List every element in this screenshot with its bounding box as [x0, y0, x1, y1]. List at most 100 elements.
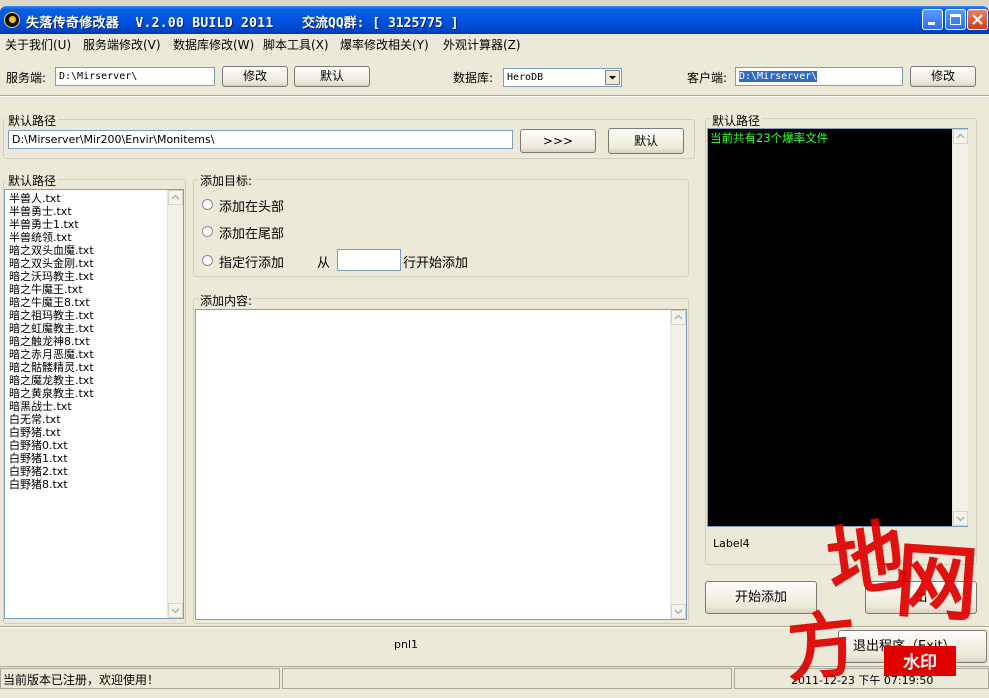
scroll-down-icon [956, 516, 965, 522]
content-group-label: 添加内容: [198, 292, 255, 309]
status-datetime: 2011-12-23 下午 07:19:50 [791, 674, 934, 687]
file-list-item[interactable]: 暗之牛魔王.txt [9, 283, 94, 296]
files-group-label: 默认路径 [6, 172, 59, 189]
file-list-item[interactable]: 暗之祖玛教主.txt [9, 309, 94, 322]
server-path-input[interactable]: D:\Mirserver\ [55, 67, 215, 86]
file-list[interactable]: 半兽人.txt 半兽勇士.txt 半兽勇士1.txt 半兽统领.txt 暗之双头血魔.t… [4, 189, 184, 619]
line-number-input[interactable] [337, 249, 401, 271]
menu-script-tools[interactable]: 脚本工具(X) [263, 36, 329, 53]
from-label: 从 [317, 256, 331, 271]
scroll-down-button[interactable] [953, 511, 968, 526]
path-default-button[interactable]: 默认 [608, 128, 684, 154]
browse-button[interactable]: >>> [520, 129, 596, 153]
secondary-button[interactable]: 出 [865, 581, 977, 614]
chevron-down-icon [609, 76, 616, 80]
radio-line[interactable] [202, 255, 213, 266]
database-label: 数据库: [453, 71, 494, 85]
window-title: 失落传奇修改器 V.2.00 BUILD 2011 [26, 16, 274, 31]
start-add-button[interactable]: 开始添加 [705, 581, 817, 614]
scroll-up-button[interactable] [168, 190, 183, 205]
client-path-selected: D:\Mirserver\ [739, 71, 818, 82]
menu-appearance-calc[interactable]: 外观计算器(Z) [443, 36, 521, 53]
menu-bar: 关于我们(U) 服务端修改(V) 数据库修改(W) 脚本工具(X) 爆率修改相关… [0, 34, 989, 54]
maximize-icon [950, 14, 961, 25]
console-scrollbar[interactable] [952, 129, 968, 526]
file-list-item[interactable]: 暗之触龙神8.txt [9, 335, 94, 348]
file-list-item[interactable]: 半兽人.txt [9, 192, 94, 205]
monitems-path-input[interactable]: D:\Mirserver\Mir200\Envir\Monitems\ [8, 130, 513, 149]
file-list-item[interactable]: 暗之赤月恶魔.txt [9, 348, 94, 361]
server-default-button[interactable]: 默认 [294, 66, 370, 87]
window-title-qq: 交流QQ群: [ 3125775 ] [302, 16, 459, 31]
file-list-item[interactable]: 白野猪2.txt [9, 465, 94, 478]
menu-database-modify[interactable]: 数据库修改(W) [173, 36, 254, 53]
file-list-item[interactable]: 白野猪1.txt [9, 452, 94, 465]
content-textarea[interactable] [195, 309, 687, 620]
exit-button[interactable]: 退出程序（Exit） [838, 630, 987, 663]
menu-server-modify[interactable]: 服务端修改(V) [83, 36, 161, 53]
file-list-item[interactable]: 半兽统领.txt [9, 231, 94, 244]
radio-line-label[interactable]: 指定行添加 [219, 252, 284, 271]
file-list-item[interactable]: 暗之双头血魔.txt [9, 244, 94, 257]
minimize-icon [928, 22, 935, 25]
database-value: HeroDB [507, 72, 544, 83]
scroll-down-icon [674, 609, 683, 615]
target-group-label: 添加目标: [198, 172, 255, 189]
content-scrollbar[interactable] [670, 310, 686, 619]
label4: Label4 [713, 537, 750, 550]
client-modify-button[interactable]: 修改 [910, 66, 976, 87]
client-label: 客户端: [687, 71, 728, 85]
app-icon [4, 12, 20, 28]
menu-about[interactable]: 关于我们(U) [5, 36, 71, 53]
database-select[interactable]: HeroDB [503, 68, 622, 87]
scroll-up-button[interactable] [671, 310, 686, 325]
server-modify-button[interactable]: 修改 [222, 66, 288, 87]
file-list-item[interactable]: 暗之骷髅精灵.txt [9, 361, 94, 374]
file-list-item[interactable]: 暗之黄泉教主.txt [9, 387, 94, 400]
file-list-item[interactable]: 白野猪8.txt [9, 478, 94, 491]
status-panel-message: 当前版本已注册，欢迎使用！ [0, 668, 280, 689]
status-panel-time: 2011-12-23 下午 07:19:50 [734, 668, 989, 689]
start-line-label: 行开始添加 [403, 256, 469, 271]
menu-drop-rate[interactable]: 爆率修改相关(Y) [340, 36, 429, 53]
file-list-item[interactable]: 暗之牛魔王8.txt [9, 296, 94, 309]
radio-tail[interactable] [202, 226, 213, 237]
scroll-down-button[interactable] [168, 603, 183, 618]
dropdown-button[interactable] [605, 70, 620, 85]
file-list-item[interactable]: 暗之虹魔教主.txt [9, 322, 94, 335]
file-list-item[interactable]: 白野猪0.txt [9, 439, 94, 452]
console-text: 当前共有23个爆率文件 [710, 131, 829, 145]
file-list-item[interactable]: 半兽勇士.txt [9, 205, 94, 218]
right-group-label: 默认路径 [710, 112, 763, 129]
file-list-item[interactable]: 暗之双头金刚.txt [9, 257, 94, 270]
console-output[interactable]: 当前共有23个爆率文件 [707, 128, 968, 527]
scroll-up-icon [674, 314, 683, 320]
file-list-item[interactable]: 白野猪.txt [9, 426, 94, 439]
radio-head[interactable] [202, 199, 213, 210]
server-label: 服务端: [6, 71, 47, 85]
scroll-up-icon [171, 194, 180, 200]
scroll-down-icon [171, 608, 180, 614]
close-button[interactable] [967, 9, 988, 30]
title-bar: 失落传奇修改器 V.2.00 BUILD 2011 交流QQ群: [ 31257… [0, 6, 989, 34]
minimize-button[interactable] [922, 9, 943, 30]
file-list-item[interactable]: 暗之沃玛教主.txt [9, 270, 94, 283]
file-list-item[interactable]: 暗之魔龙教主.txt [9, 374, 94, 387]
panel-label: pnl1 [394, 638, 419, 651]
scroll-down-button[interactable] [671, 604, 686, 619]
radio-tail-label[interactable]: 添加在尾部 [219, 223, 284, 242]
file-list-item[interactable]: 半兽勇士1.txt [9, 218, 94, 231]
status-message: 当前版本已注册，欢迎使用！ [3, 673, 160, 687]
toolbar-divider [0, 95, 989, 97]
radio-head-label[interactable]: 添加在头部 [219, 196, 284, 215]
scroll-up-button[interactable] [953, 129, 968, 144]
status-panel-middle [282, 668, 732, 689]
scroll-up-icon [956, 133, 965, 139]
maximize-button[interactable] [945, 9, 966, 30]
path-group-label: 默认路径 [6, 112, 59, 129]
file-list-item[interactable]: 白无常.txt [9, 413, 94, 426]
bottom-divider [0, 626, 989, 628]
file-list-scrollbar[interactable] [167, 190, 183, 618]
file-list-item[interactable]: 暗黑战士.txt [9, 400, 94, 413]
client-path-input[interactable]: D:\Mirserver\ [735, 67, 903, 86]
